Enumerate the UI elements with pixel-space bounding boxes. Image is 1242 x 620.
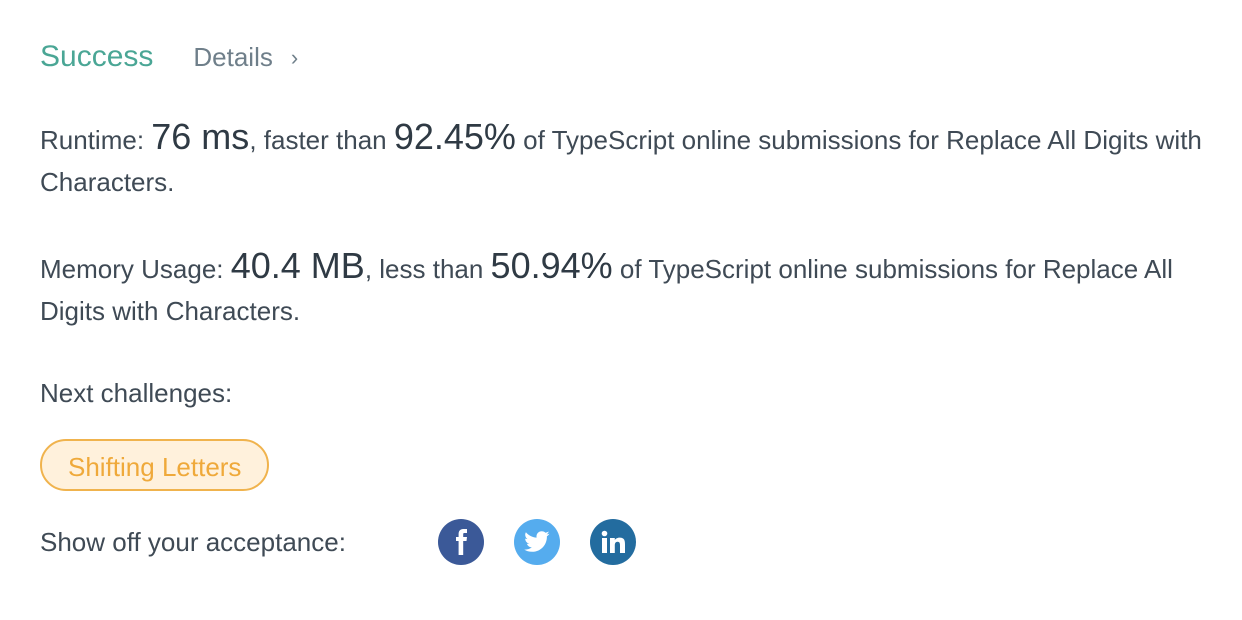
next-challenges-list: Shifting Letters (40, 409, 1210, 491)
linkedin-icon (601, 530, 625, 553)
runtime-stat: Runtime: 76 ms, faster than 92.45% of Ty… (40, 116, 1210, 203)
share-row: Show off your acceptance: (40, 519, 1210, 565)
linkedin-share-button[interactable] (590, 519, 636, 565)
twitter-share-button[interactable] (514, 519, 560, 565)
facebook-share-button[interactable] (438, 519, 484, 565)
status-row: Success Details › (40, 40, 1210, 88)
details-link[interactable]: Details › (193, 42, 298, 73)
twitter-icon (524, 531, 550, 552)
runtime-value: 76 ms (151, 116, 250, 157)
submission-result-panel: Success Details › Runtime: 76 ms, faster… (40, 40, 1210, 565)
status-success: Success (40, 40, 154, 73)
challenge-tag-shifting-letters[interactable]: Shifting Letters (40, 439, 270, 491)
facebook-icon (456, 529, 467, 555)
chevron-right-icon: › (290, 44, 299, 70)
memory-percent: 50.94% (490, 245, 613, 286)
memory-value: 40.4 MB (230, 245, 365, 286)
runtime-comparison: , faster than (249, 125, 394, 155)
memory-comparison: , less than (364, 254, 491, 284)
details-label: Details (193, 42, 273, 72)
share-label: Show off your acceptance: (40, 526, 346, 557)
next-challenges-label: Next challenges: (40, 378, 233, 408)
memory-label: Memory Usage: (40, 254, 231, 284)
runtime-percent: 92.45% (393, 116, 516, 157)
runtime-label: Runtime: (40, 125, 152, 155)
memory-stat: Memory Usage: 40.4 MB, less than 50.94% … (40, 245, 1210, 332)
